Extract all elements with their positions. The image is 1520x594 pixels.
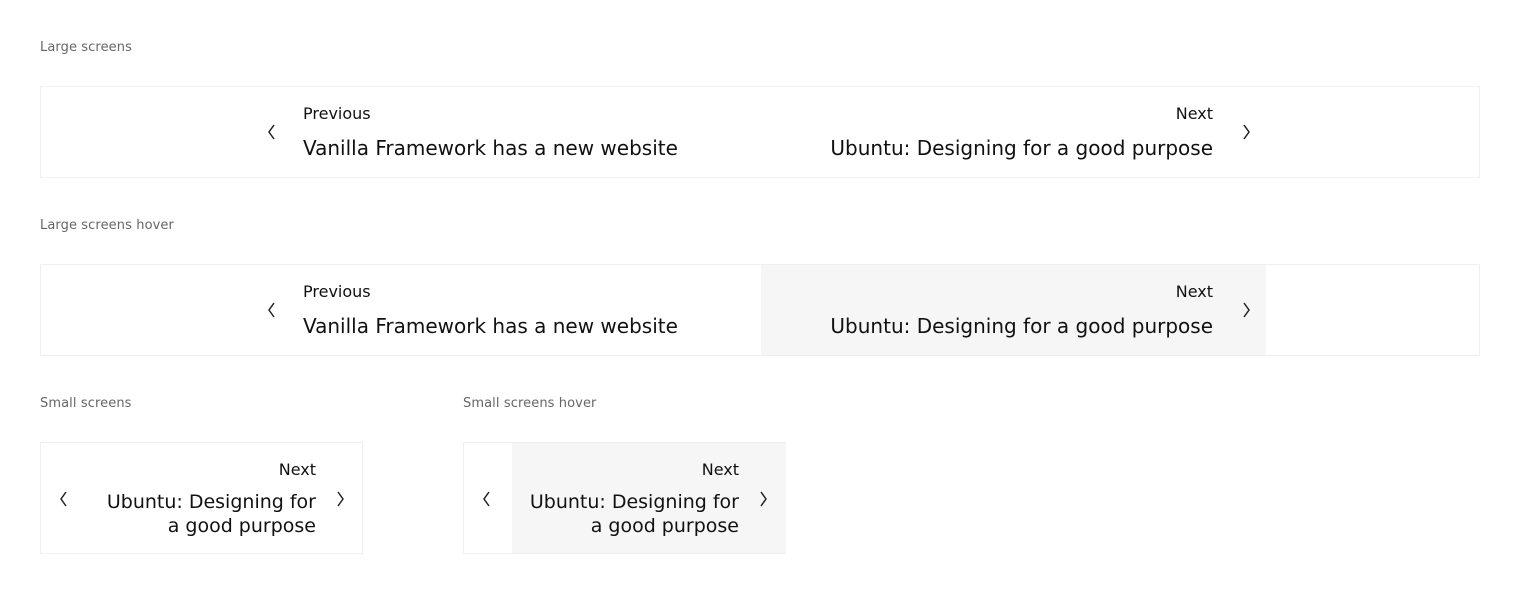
section-label-small-hover: Small screens hover [463,396,597,411]
section-label-large: Large screens [40,40,132,55]
next-article-title: Ubuntu: Designing for a good purpose [106,491,316,537]
previous-article-title: Vanilla Framework has a new website [303,136,678,160]
article-pagination-large: Previous Vanilla Framework has a new web… [40,86,1480,178]
next-article-link[interactable]: Next Ubuntu: Designing for a good purpos… [89,443,362,553]
chevron-right-icon [757,490,769,508]
next-article-title: Ubuntu: Designing for a good purpose [830,314,1213,338]
chevron-left-icon [481,490,493,508]
next-article-link[interactable]: Next Ubuntu: Designing for a good purpos… [761,87,1266,177]
article-pagination-large-hover: Previous Vanilla Framework has a new web… [40,264,1480,356]
chevron-right-icon [1240,123,1252,141]
section-label-small: Small screens [40,396,132,411]
next-label: Next [1175,282,1213,301]
next-article-link-hovered[interactable]: Next Ubuntu: Designing for a good purpos… [761,265,1266,355]
chevron-left-icon [58,490,70,508]
chevron-right-icon [334,490,346,508]
previous-label: Previous [303,104,371,123]
next-article-title: Ubuntu: Designing for a good purpose [830,136,1213,160]
next-article-link-hovered[interactable]: Next Ubuntu: Designing for a good purpos… [512,443,786,553]
section-label-large-hover: Large screens hover [40,218,174,233]
next-label: Next [701,460,739,479]
chevron-left-icon [266,123,278,141]
next-label: Next [1175,104,1213,123]
article-pagination-small: Next Ubuntu: Designing for a good purpos… [40,442,363,554]
previous-article-button[interactable] [41,443,89,553]
chevron-left-icon [266,301,278,319]
previous-label: Previous [303,282,371,301]
previous-article-button[interactable] [464,443,512,553]
previous-article-title: Vanilla Framework has a new website [303,314,678,338]
chevron-right-icon [1240,301,1252,319]
next-article-title: Ubuntu: Designing for a good purpose [529,491,739,537]
article-pagination-small-hover: Next Ubuntu: Designing for a good purpos… [463,442,786,554]
next-label: Next [278,460,316,479]
previous-article-link[interactable]: Previous Vanilla Framework has a new web… [256,87,761,177]
previous-article-link[interactable]: Previous Vanilla Framework has a new web… [256,265,761,355]
